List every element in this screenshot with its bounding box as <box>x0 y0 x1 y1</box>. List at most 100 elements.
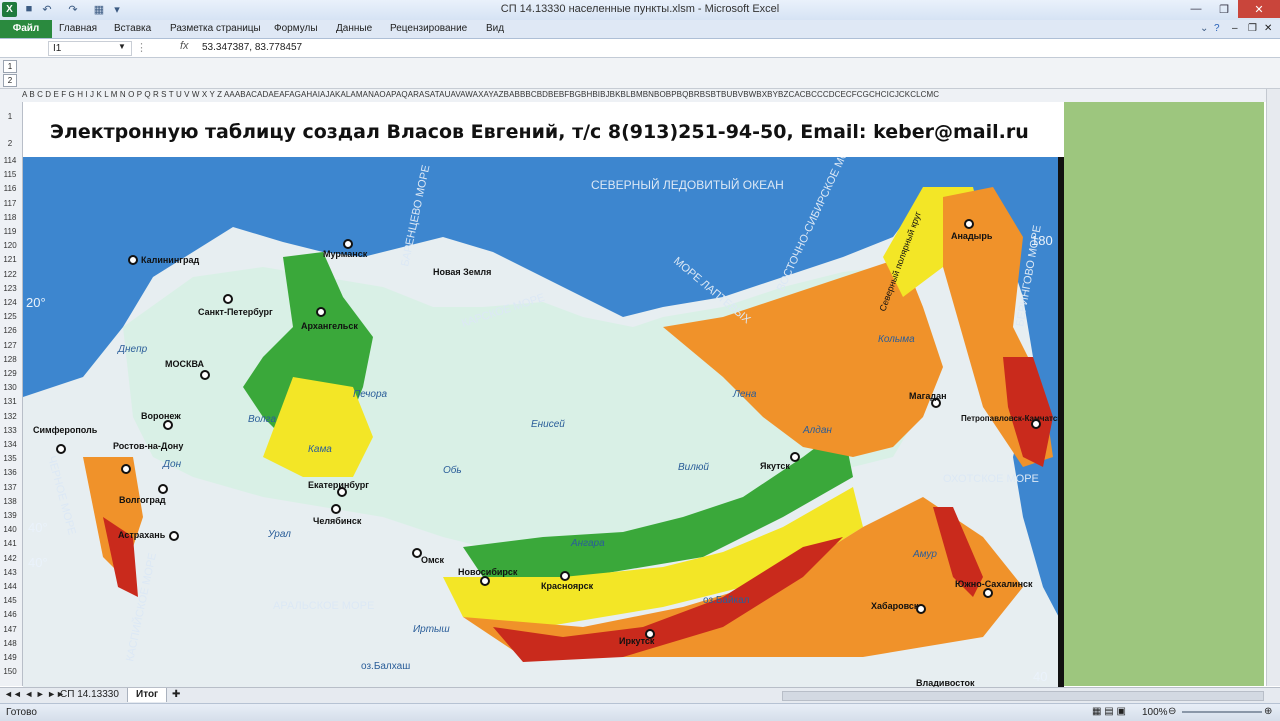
city-yuzhno-sakhalinsk: Южно-Сахалинск <box>955 579 1033 589</box>
restore-icon[interactable]: ❐ <box>1210 0 1238 18</box>
row-number[interactable]: 116 <box>0 184 20 195</box>
city-magadan: Магадан <box>909 391 947 401</box>
row-number[interactable]: 138 <box>0 497 20 508</box>
horizontal-scrollbar[interactable] <box>782 691 1264 701</box>
tab-view[interactable]: Вид <box>482 20 508 38</box>
row-number[interactable]: 143 <box>0 568 20 579</box>
row-number[interactable]: 129 <box>0 369 20 380</box>
row-number[interactable]: 135 <box>0 454 20 465</box>
city-marker <box>964 219 974 229</box>
zoom-out-icon[interactable]: ⊖ <box>1168 706 1176 717</box>
climate-zone-map[interactable]: СЕВЕРНЫЙ ЛЕДОВИТЫЙ ОКЕАН КАРСКОЕ МОРЕ МО… <box>23 157 1064 688</box>
row-number[interactable]: 133 <box>0 426 20 437</box>
doc-minimize-icon[interactable]: – <box>1228 20 1242 38</box>
row-number[interactable]: 114 <box>0 156 20 167</box>
row-number[interactable]: 118 <box>0 213 20 224</box>
city-marker <box>169 531 179 541</box>
column-header[interactable]: A B C D E F G H I J K L M N O P Q R S T … <box>0 89 1280 103</box>
row-number[interactable]: 121 <box>0 255 20 266</box>
row-number[interactable]: 131 <box>0 397 20 408</box>
river-vilyuy: Вилюй <box>678 462 709 473</box>
minimize-icon[interactable]: — <box>1182 0 1210 18</box>
row-number[interactable]: 132 <box>0 412 20 423</box>
river-ural: Урал <box>267 529 291 540</box>
row-number[interactable]: 2 <box>0 139 20 150</box>
label-balkhash: оз.Балхаш <box>361 661 410 672</box>
close-icon[interactable]: ✕ <box>1238 0 1280 18</box>
row-number[interactable]: 146 <box>0 610 20 621</box>
river-kolyma: Колыма <box>878 334 915 345</box>
city-marker <box>128 255 138 265</box>
row-header[interactable]: 1 2 114 115 116 117 118 119 120 121 122 123 124 125 12… <box>0 102 23 686</box>
row-number[interactable]: 119 <box>0 227 20 238</box>
title-cell[interactable]: Электронную таблицу создал Власов Евгени… <box>32 108 1062 156</box>
row-number[interactable]: 134 <box>0 440 20 451</box>
city-chelyabinsk: Челябинск <box>313 516 362 526</box>
row-number[interactable]: 148 <box>0 639 20 650</box>
tab-review[interactable]: Рецензирование <box>386 20 471 38</box>
vertical-scrollbar[interactable] <box>1266 89 1280 686</box>
doc-close-icon[interactable]: ✕ <box>1260 20 1276 38</box>
outline-area: 1 2 <box>0 58 1280 89</box>
insert-sheet-icon[interactable]: ✚ <box>172 689 180 700</box>
green-filled-cells[interactable] <box>1064 102 1264 686</box>
zoom-in-icon[interactable]: ⊕ <box>1264 706 1272 717</box>
row-number[interactable]: 1 <box>0 112 20 123</box>
row-number[interactable]: 149 <box>0 653 20 664</box>
status-bar: Готово ▦ ▤ ▣ 100% ⊖ ⊕ <box>0 703 1280 721</box>
city-marker <box>200 370 210 380</box>
degree-20: 20° <box>26 295 46 310</box>
outline-level-1-button[interactable]: 1 <box>3 60 17 73</box>
zoom-level[interactable]: 100% <box>1142 707 1168 718</box>
city-omsk: Омск <box>421 555 445 565</box>
row-number[interactable]: 142 <box>0 554 20 565</box>
ribbon-tabs: Файл Главная Вставка Разметка страницы Ф… <box>0 20 1280 39</box>
city-volgograd: Волгоград <box>119 495 166 505</box>
row-number[interactable]: 126 <box>0 326 20 337</box>
row-number[interactable]: 145 <box>0 596 20 607</box>
row-number[interactable]: 141 <box>0 539 20 550</box>
row-number[interactable]: 137 <box>0 483 20 494</box>
name-box-dropdown-icon[interactable]: ▼ <box>118 42 126 51</box>
row-number[interactable]: 130 <box>0 383 20 394</box>
row-number[interactable]: 125 <box>0 312 20 323</box>
doc-restore-icon[interactable]: ❐ <box>1244 20 1261 38</box>
formula-input[interactable]: 53.347387, 83.778457 <box>202 42 302 53</box>
city-saint-petersburg: Санкт-Петербург <box>198 307 273 317</box>
tab-insert[interactable]: Вставка <box>110 20 155 38</box>
city-anadyr: Анадырь <box>951 231 993 241</box>
map-border <box>1058 157 1064 688</box>
row-number[interactable]: 140 <box>0 525 20 536</box>
city-astrakhan: Астрахань <box>118 530 166 540</box>
tab-file[interactable]: Файл <box>0 20 52 38</box>
sheet-tab-sp[interactable]: СП 14.13330 <box>52 688 128 702</box>
help-icon[interactable]: ? <box>1210 20 1224 38</box>
row-number[interactable]: 117 <box>0 199 20 210</box>
city-khabarovsk: Хабаровск <box>871 601 919 611</box>
view-buttons-icon[interactable]: ▦ ▤ ▣ <box>1092 706 1126 717</box>
row-number[interactable]: 147 <box>0 625 20 636</box>
row-number[interactable]: 139 <box>0 511 20 522</box>
row-number[interactable]: 127 <box>0 341 20 352</box>
row-number[interactable]: 123 <box>0 284 20 295</box>
sheet-tab-itog[interactable]: Итог <box>128 688 168 702</box>
river-aldan: Алдан <box>802 425 832 436</box>
insert-function-button[interactable]: fx <box>180 40 189 52</box>
tab-data[interactable]: Данные <box>332 20 376 38</box>
row-number[interactable]: 150 <box>0 667 20 678</box>
river-amur: Амур <box>912 549 937 560</box>
tab-home[interactable]: Главная <box>55 20 101 38</box>
row-number[interactable]: 128 <box>0 355 20 366</box>
row-number[interactable]: 120 <box>0 241 20 252</box>
degree-40-c: 40 <box>1033 669 1047 684</box>
row-number[interactable]: 136 <box>0 468 20 479</box>
row-number[interactable]: 144 <box>0 582 20 593</box>
outline-level-2-button[interactable]: 2 <box>3 74 17 87</box>
zoom-slider[interactable] <box>1182 711 1262 713</box>
tab-formulas[interactable]: Формулы <box>270 20 322 38</box>
river-ob: Обь <box>443 464 462 476</box>
row-number[interactable]: 115 <box>0 170 20 181</box>
row-number[interactable]: 124 <box>0 298 20 309</box>
tab-page-layout[interactable]: Разметка страницы <box>166 20 265 38</box>
row-number[interactable]: 122 <box>0 270 20 281</box>
